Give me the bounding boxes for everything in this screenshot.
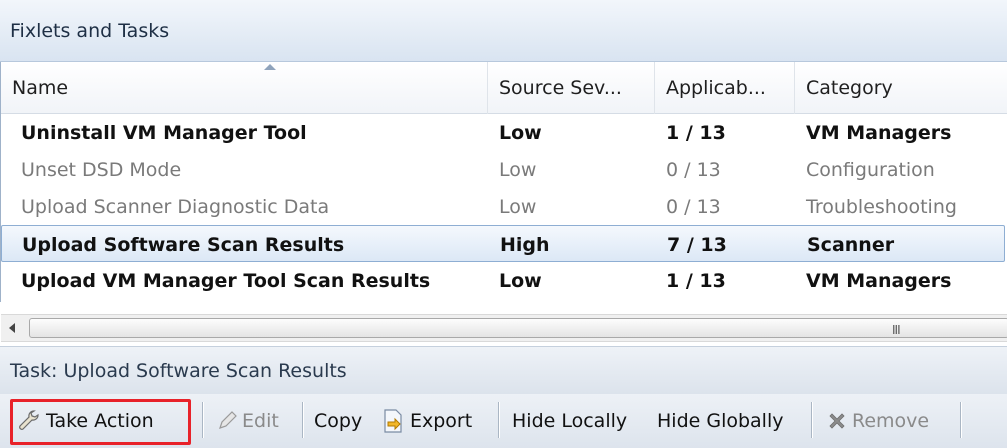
cell-applicable: 1 / 13 (666, 270, 726, 292)
export-button[interactable]: Export (380, 404, 472, 438)
cell-name: Unset DSD Mode (21, 159, 182, 181)
table-row[interactable]: Unset DSD Mode Low 0 / 13 Configuration (1, 151, 1005, 188)
toolbar-separator (960, 402, 961, 438)
hide-locally-button[interactable]: Hide Locally (512, 404, 627, 438)
cell-name: Uninstall VM Manager Tool (21, 122, 307, 144)
cell-name: Upload VM Manager Tool Scan Results (21, 270, 431, 292)
cell-severity: Low (499, 270, 542, 292)
horizontal-scrollbar[interactable]: III (1, 314, 1007, 342)
task-panel-header: Task: Upload Software Scan Results (0, 346, 1007, 394)
table-body: Uninstall VM Manager Tool Low 1 / 13 VM … (1, 114, 1007, 299)
cell-severity: Low (499, 122, 542, 144)
fixlets-and-tasks-window: Fixlets and Tasks Name Source Sev... App… (0, 0, 1007, 448)
cell-category: VM Managers (806, 122, 952, 144)
table-row-selected[interactable]: Upload Software Scan Results High 7 / 13… (1, 225, 1005, 262)
table-header: Name Source Sev... Applicab... Category (1, 62, 1007, 114)
cell-applicable: 1 / 13 (666, 122, 726, 144)
toolbar-separator (302, 402, 303, 438)
table-row[interactable]: Upload Scanner Diagnostic Data Low 0 / 1… (1, 188, 1005, 225)
take-action-highlight-box (10, 399, 191, 445)
column-header-category[interactable]: Category (795, 62, 1007, 114)
cell-severity: Low (499, 159, 537, 181)
scrollbar-grip-icon: III (892, 323, 901, 337)
copy-button[interactable]: Copy (314, 404, 362, 438)
export-icon (384, 409, 402, 433)
scrollbar-thumb[interactable]: III (29, 318, 1007, 338)
cell-applicable: 7 / 13 (667, 234, 727, 256)
panel-title: Fixlets and Tasks (10, 20, 170, 42)
hide-globally-button[interactable]: Hide Globally (657, 404, 784, 438)
cell-category: Scanner (807, 234, 895, 256)
remove-button[interactable]: Remove (826, 404, 929, 438)
cell-severity: Low (499, 196, 537, 218)
toolbar-separator (202, 402, 203, 438)
cell-applicable: 0 / 13 (666, 159, 721, 181)
table-row[interactable]: Uninstall VM Manager Tool Low 1 / 13 VM … (1, 114, 1005, 151)
fixlets-table: Name Source Sev... Applicab... Category … (0, 62, 1007, 342)
cell-applicable: 0 / 13 (666, 196, 721, 218)
cell-name: Upload Scanner Diagnostic Data (21, 196, 330, 218)
cell-severity: High (500, 234, 550, 256)
column-header-applicable[interactable]: Applicab... (655, 62, 795, 114)
cell-category: VM Managers (806, 270, 952, 292)
scroll-left-icon[interactable] (9, 323, 15, 333)
column-header-source-severity[interactable]: Source Sev... (488, 62, 655, 114)
toolbar-separator (498, 402, 499, 438)
pencil-icon (219, 411, 237, 429)
column-header-name[interactable]: Name (1, 62, 488, 114)
cell-name: Upload Software Scan Results (22, 234, 345, 256)
remove-x-icon (829, 413, 845, 429)
fixlets-panel-header: Fixlets and Tasks (0, 0, 1007, 62)
toolbar-separator (811, 402, 812, 438)
cell-category: Configuration (806, 159, 935, 181)
cell-category: Troubleshooting (806, 196, 957, 218)
task-title: Task: Upload Software Scan Results (10, 360, 347, 382)
table-row[interactable]: Upload VM Manager Tool Scan Results Low … (1, 262, 1005, 299)
sort-ascending-icon (264, 64, 276, 70)
edit-button[interactable]: Edit (216, 404, 279, 438)
